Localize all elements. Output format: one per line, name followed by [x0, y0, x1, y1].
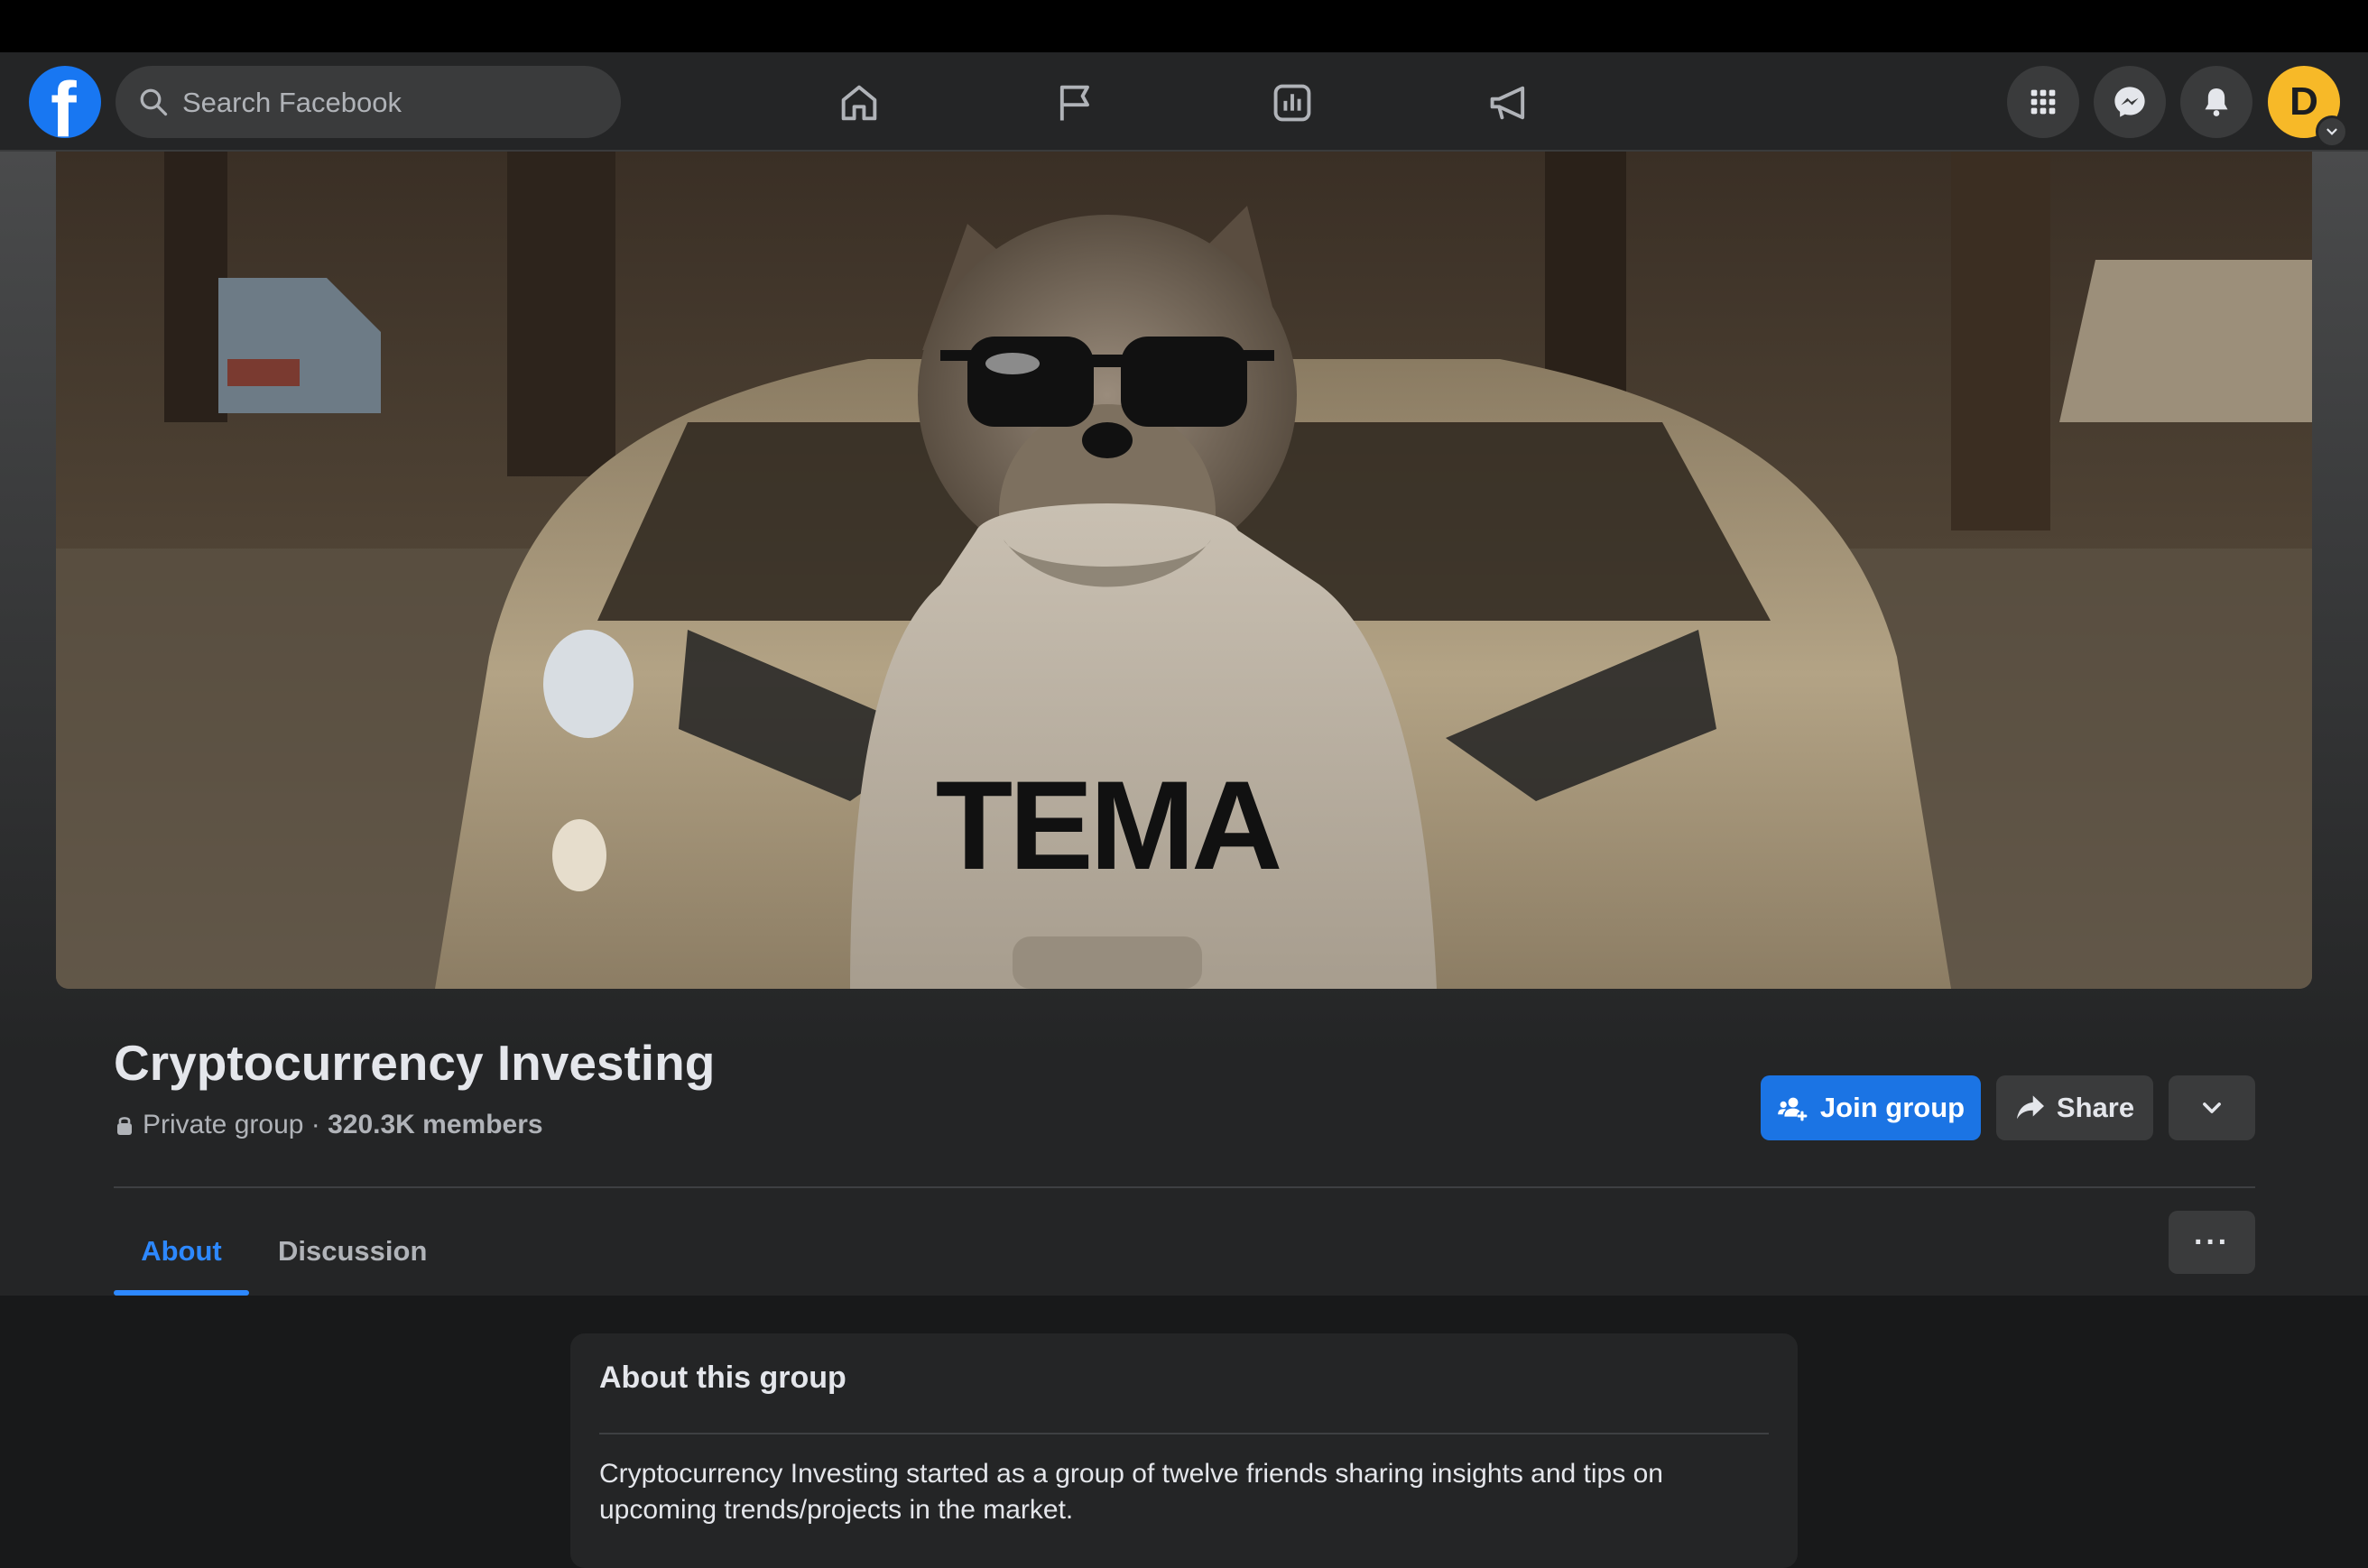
chevron-down-icon [2203, 1102, 2221, 1113]
active-tab-indicator [114, 1290, 249, 1296]
share-label: Share [2056, 1092, 2135, 1123]
group-meta: Private group · 320.3K members [116, 1110, 543, 1140]
members-count[interactable]: 320.3K members [328, 1110, 542, 1140]
grid-menu-icon[interactable] [2007, 66, 2079, 138]
header-divider [114, 1186, 2255, 1188]
megaphone-icon[interactable] [1484, 78, 1534, 128]
flag-icon[interactable] [1050, 78, 1101, 128]
account-chevron-icon[interactable] [2316, 115, 2348, 148]
hoodie-text: TEMA [936, 754, 1281, 896]
top-system-bar [0, 0, 2368, 52]
meta-separator: · [303, 1110, 328, 1139]
share-icon [2016, 1095, 2044, 1120]
group-title: Cryptocurrency Investing [114, 1035, 716, 1091]
privacy-label[interactable]: Private group [143, 1110, 303, 1140]
join-group-label: Join group [1819, 1092, 1966, 1123]
more-options-button[interactable] [2169, 1075, 2255, 1140]
lock-icon [117, 1117, 132, 1135]
tab-about[interactable]: About [114, 1207, 249, 1296]
share-button[interactable]: Share [1996, 1075, 2153, 1140]
chart-icon[interactable] [1267, 78, 1318, 128]
search-input[interactable] [180, 66, 608, 140]
tab-discussion[interactable]: Discussion [278, 1207, 427, 1296]
bell-icon[interactable] [2180, 66, 2252, 138]
cover-photo: TEMA [56, 152, 2312, 989]
about-divider [599, 1433, 1769, 1434]
about-title: About this group [599, 1360, 846, 1395]
about-card: About this group Cryptocurrency Investin… [570, 1333, 1798, 1568]
messenger-icon[interactable] [2094, 66, 2166, 138]
navigation-bar: f D [0, 52, 2368, 152]
more-tabs-button[interactable]: ··· [2169, 1211, 2255, 1274]
people-add-icon [1778, 1097, 1808, 1121]
home-icon[interactable] [834, 78, 884, 128]
about-description: Cryptocurrency Investing started as a gr… [599, 1459, 1663, 1525]
search-box[interactable] [116, 66, 621, 140]
join-group-button[interactable]: Join group [1761, 1075, 1981, 1140]
search-icon [140, 88, 168, 116]
facebook-logo-icon[interactable]: f [29, 66, 101, 138]
